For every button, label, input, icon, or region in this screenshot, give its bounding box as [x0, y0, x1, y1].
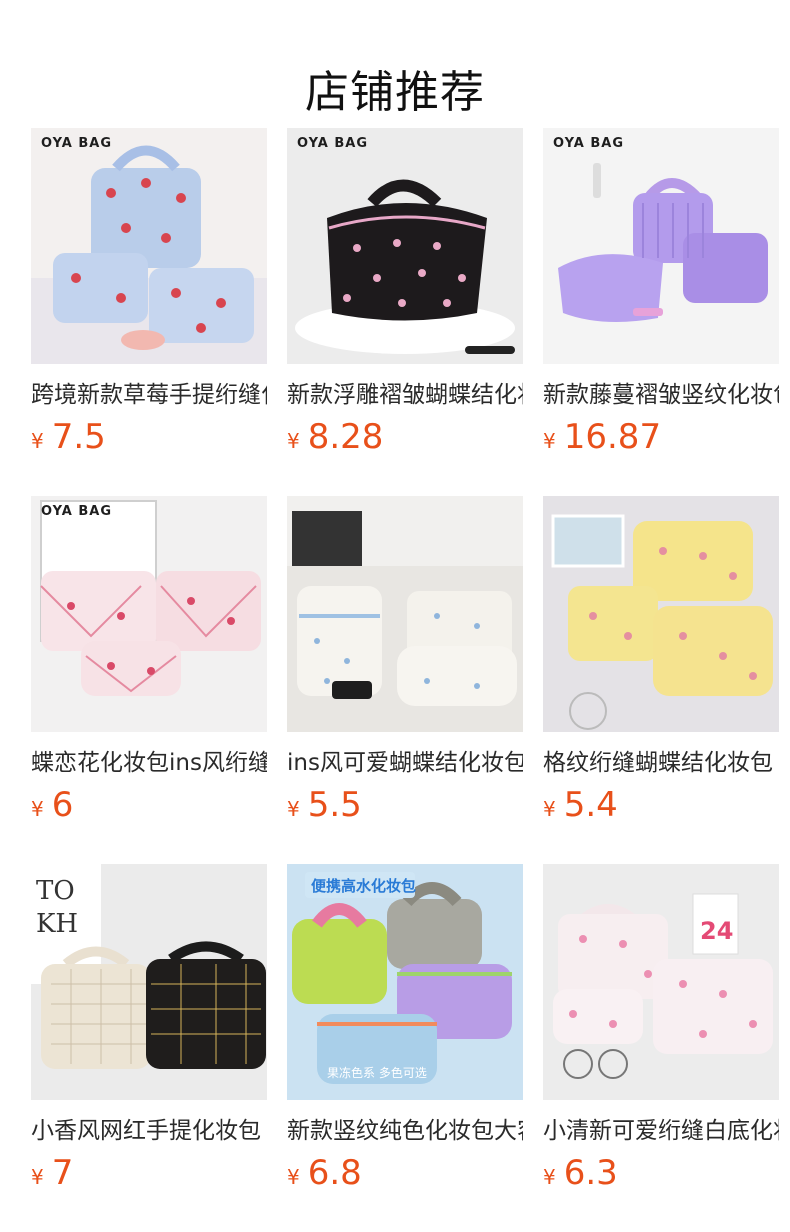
currency-symbol: ¥ [287, 1165, 300, 1189]
product-card[interactable]: OYA BAG 新款浮雕褶皱蝴蝶结化妆包 ¥8.28 [287, 128, 523, 462]
product-image[interactable] [287, 496, 523, 732]
brand-watermark: OYA BAG [41, 504, 112, 519]
product-image[interactable]: 24 [543, 864, 779, 1100]
currency-symbol: ¥ [31, 797, 44, 821]
product-image[interactable] [543, 496, 779, 732]
overlay-title: 便携高水化妆包 [311, 877, 416, 895]
product-name[interactable]: ins风可爱蝴蝶结化妆包 [287, 746, 523, 780]
product-image[interactable]: OYA BAG [31, 496, 267, 732]
product-card[interactable]: ins风可爱蝴蝶结化妆包 ¥5.5 [287, 496, 523, 830]
price-value: 6 [51, 785, 74, 825]
currency-symbol: ¥ [287, 797, 300, 821]
product-card[interactable]: 24 小清新可爱绗缝白底化妆包 ¥6.3 [543, 864, 779, 1198]
product-price: ¥7 [31, 1154, 267, 1198]
product-card[interactable]: 便携高水化妆包 果冻色系 多色可选 新款竖纹纯色化妆包大容量 ¥6.8 [287, 864, 523, 1198]
product-name[interactable]: 新款藤蔓褶皱竖纹化妆包 [543, 378, 779, 412]
overlay-subtitle: 果冻色系 多色可选 [327, 1065, 427, 1080]
brand-watermark: OYA BAG [297, 136, 368, 151]
product-name[interactable]: 小香风网红手提化妆包 [31, 1114, 267, 1148]
product-price: ¥6.3 [543, 1154, 779, 1198]
product-image[interactable]: OYA BAG [543, 128, 779, 364]
product-name[interactable]: 小清新可爱绗缝白底化妆包 [543, 1114, 779, 1148]
product-name[interactable]: 新款浮雕褶皱蝴蝶结化妆包 [287, 378, 523, 412]
product-image[interactable]: TO KH [31, 864, 267, 1100]
price-value: 7 [51, 1153, 74, 1193]
price-value: 8.28 [307, 417, 384, 457]
price-value: 5.4 [563, 785, 618, 825]
svg-text:KH: KH [36, 909, 78, 939]
product-price: ¥6 [31, 786, 267, 830]
price-value: 16.87 [563, 417, 662, 457]
product-price: ¥6.8 [287, 1154, 523, 1198]
product-card[interactable]: OYA BAG 新款藤蔓褶皱竖纹化妆包 ¥16.87 [543, 128, 779, 462]
currency-symbol: ¥ [543, 797, 556, 821]
price-value: 5.5 [307, 785, 362, 825]
currency-symbol: ¥ [543, 1165, 556, 1189]
product-image[interactable]: 便携高水化妆包 果冻色系 多色可选 [287, 864, 523, 1100]
svg-text:TO: TO [36, 876, 75, 906]
currency-symbol: ¥ [31, 1165, 44, 1189]
product-price: ¥7.5 [31, 418, 267, 462]
currency-symbol: ¥ [287, 429, 300, 453]
price-value: 7.5 [51, 417, 106, 457]
product-grid: OYA BAG 跨境新款草莓手提绗缝化妆包 ¥7.5 OYA BAG [0, 0, 790, 1232]
currency-symbol: ¥ [31, 429, 44, 453]
price-value: 6.3 [563, 1153, 618, 1193]
product-card[interactable]: TO KH 小香风网红手提化妆包 ¥7 [31, 864, 267, 1198]
svg-text:24: 24 [700, 917, 733, 945]
product-name[interactable]: 新款竖纹纯色化妆包大容量 [287, 1114, 523, 1148]
product-price: ¥5.5 [287, 786, 523, 830]
product-card[interactable]: OYA BAG 跨境新款草莓手提绗缝化妆包 ¥7.5 [31, 128, 267, 462]
brand-watermark: OYA BAG [41, 136, 112, 151]
product-card[interactable]: OYA BAG 蝶恋花化妆包ins风绗缝 ¥6 [31, 496, 267, 830]
currency-symbol: ¥ [543, 429, 556, 453]
product-name[interactable]: 蝶恋花化妆包ins风绗缝 [31, 746, 267, 780]
product-image[interactable]: OYA BAG [287, 128, 523, 364]
product-image[interactable]: OYA BAG [31, 128, 267, 364]
product-name[interactable]: 格纹绗缝蝴蝶结化妆包 [543, 746, 779, 780]
product-card[interactable]: 格纹绗缝蝴蝶结化妆包 ¥5.4 [543, 496, 779, 830]
product-price: ¥16.87 [543, 418, 779, 462]
product-price: ¥5.4 [543, 786, 779, 830]
product-name[interactable]: 跨境新款草莓手提绗缝化妆包 [31, 378, 267, 412]
product-price: ¥8.28 [287, 418, 523, 462]
brand-watermark: OYA BAG [553, 136, 624, 151]
price-value: 6.8 [307, 1153, 362, 1193]
